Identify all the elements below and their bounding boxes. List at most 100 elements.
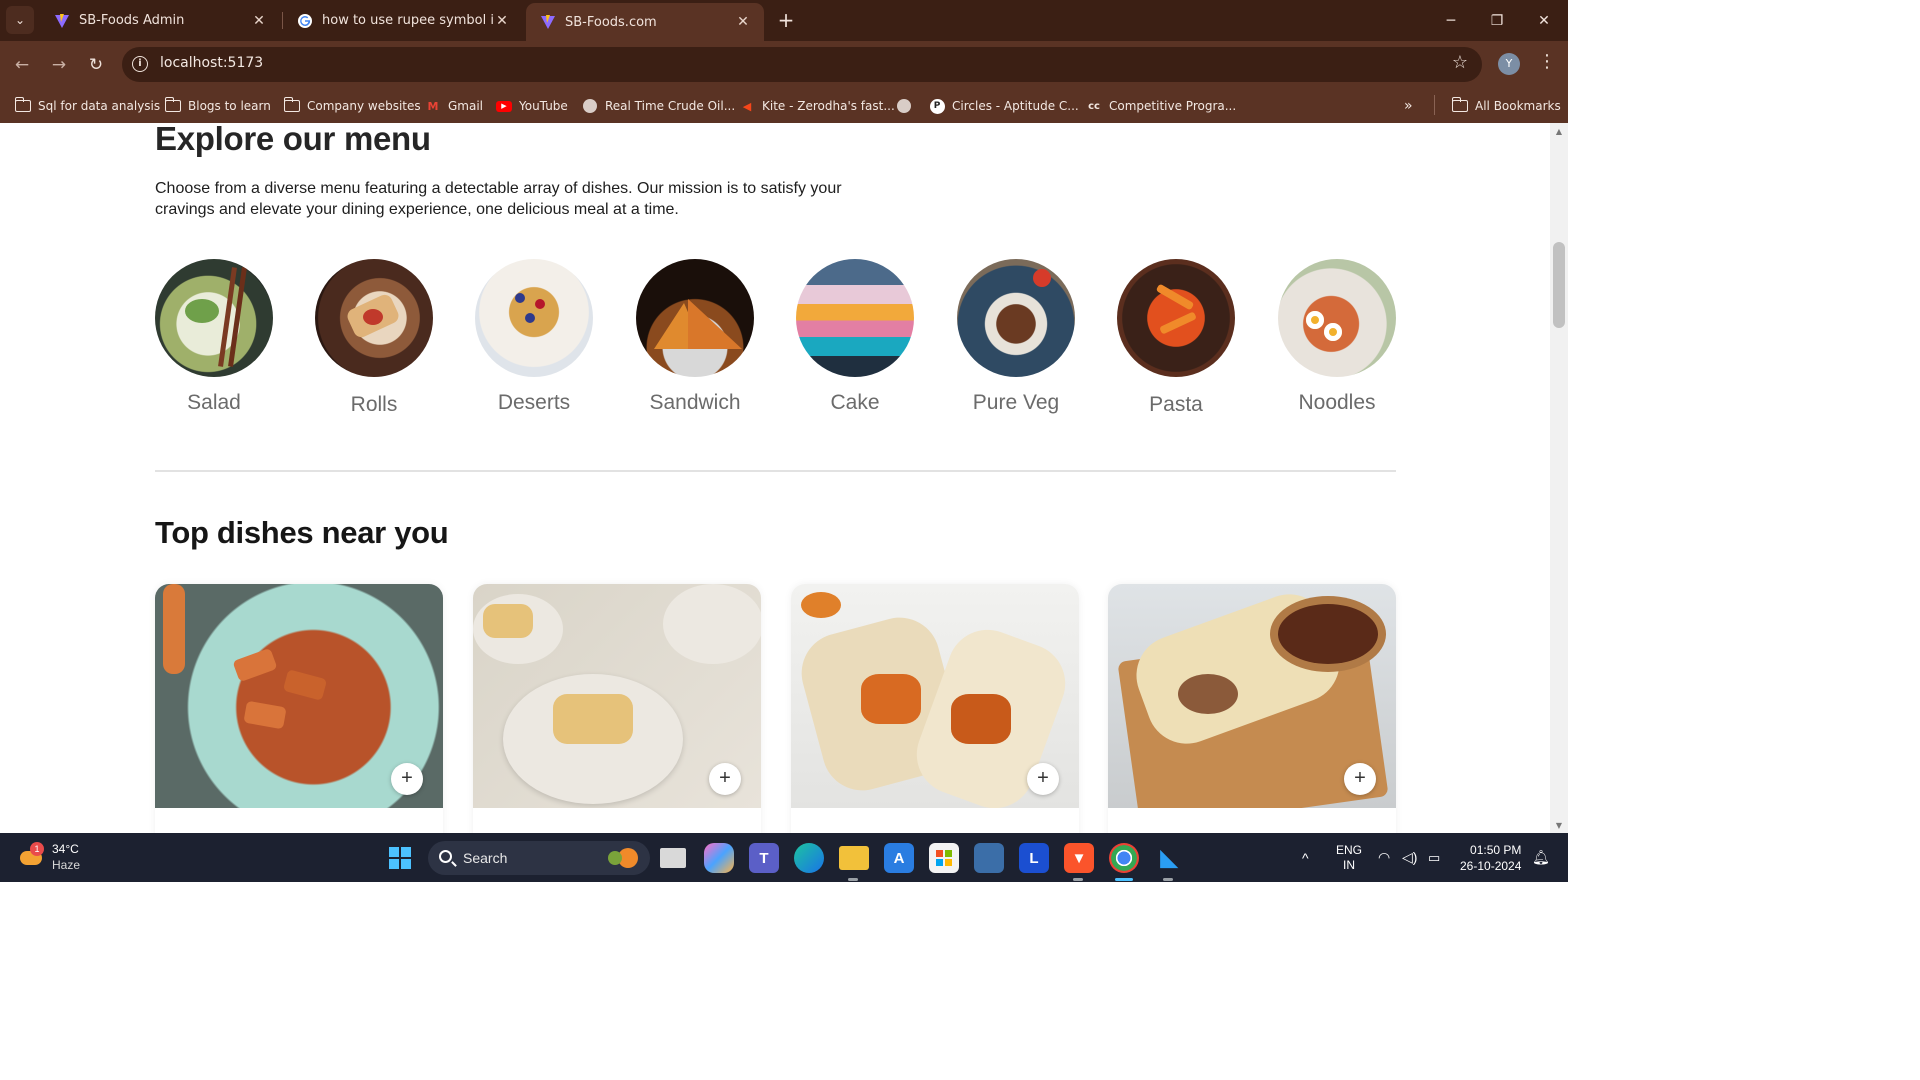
windows-taskbar: 1 34°C Haze Search T A L ▼ ◣ ^ ENG IN ◠ … (0, 833, 1568, 882)
start-button[interactable] (385, 843, 415, 873)
task-view-icon[interactable] (660, 848, 686, 868)
bookmark-company-folder[interactable]: Company websites (283, 96, 421, 116)
tab-sb-foods-com[interactable]: SB-Foods.com ✕ (526, 3, 764, 41)
search-highlight-leaf-icon (608, 851, 622, 865)
category-label: Cake (830, 391, 880, 414)
bookmark-blogs-folder[interactable]: Blogs to learn (164, 96, 271, 116)
folder-icon (283, 97, 300, 113)
scroll-up-icon[interactable]: ▲ (1554, 127, 1564, 136)
weather-badge: 1 (30, 842, 44, 856)
profile-avatar[interactable]: Y (1498, 53, 1520, 75)
volume-icon[interactable]: ◁) (1402, 833, 1417, 882)
food-card[interactable]: + (791, 584, 1079, 833)
chevron-down-icon: ⌄ (14, 13, 26, 27)
file-explorer-icon[interactable] (839, 846, 869, 870)
clock[interactable]: 01:50 PM 26-10-2024 (1460, 833, 1521, 882)
cake-image (796, 259, 914, 377)
add-to-cart-button[interactable]: + (1027, 763, 1059, 795)
rolls-image (315, 259, 433, 377)
add-to-cart-button[interactable]: + (1344, 763, 1376, 795)
food-card[interactable]: + (1108, 584, 1396, 833)
bookmark-youtube[interactable]: ▶ YouTube (496, 96, 568, 116)
category-noodles[interactable]: Noodles (1277, 259, 1397, 415)
bookmarks-overflow-button[interactable]: » (1404, 96, 1413, 116)
section-divider (155, 470, 1396, 472)
minimize-icon: ─ (1446, 12, 1456, 29)
tab-title: SB-Foods Admin (79, 13, 185, 28)
category-rolls[interactable]: Rolls (314, 259, 434, 417)
copilot-icon[interactable] (704, 843, 734, 873)
cc-icon: cc (1088, 100, 1100, 112)
category-sandwich[interactable]: Sandwich (635, 259, 755, 415)
new-tab-button[interactable]: + (774, 8, 798, 32)
bookmark-star-icon[interactable]: ☆ (1452, 52, 1468, 73)
arrow-left-icon: ← (14, 55, 30, 75)
app-a-icon[interactable]: A (884, 843, 914, 873)
forward-button[interactable]: → (45, 51, 73, 79)
tab-title: how to use rupee symbol in key (322, 13, 493, 28)
mysql-workbench-icon[interactable] (974, 843, 1004, 873)
category-pure-veg[interactable]: Pure Veg (956, 259, 1076, 415)
noodles-image (1278, 259, 1396, 377)
back-button[interactable]: ← (8, 51, 36, 79)
tab-search-button[interactable]: ⌄ (6, 6, 34, 34)
reload-button[interactable]: ↻ (82, 51, 110, 79)
scroll-thumb[interactable] (1553, 242, 1565, 328)
url-text[interactable]: localhost:5173 (160, 55, 263, 71)
weather-temperature[interactable]: 34°C (52, 842, 79, 856)
address-bar[interactable]: i localhost:5173 ☆ (122, 47, 1482, 82)
bookmark-globe[interactable] (896, 96, 919, 116)
page-scrollbar[interactable]: ▲ ▼ (1550, 123, 1568, 833)
language-indicator[interactable]: ENG IN (1336, 833, 1362, 882)
restore-button[interactable]: ❐ (1474, 0, 1520, 41)
all-bookmarks-button[interactable]: All Bookmarks (1451, 96, 1561, 116)
battery-icon[interactable]: ▭ (1428, 833, 1440, 882)
taskbar-search[interactable]: Search (428, 841, 650, 875)
site-info-icon[interactable]: i (132, 56, 148, 72)
close-icon[interactable]: ✕ (250, 13, 268, 29)
wifi-icon[interactable]: ◠ (1378, 833, 1390, 882)
tab-google-search[interactable]: how to use rupee symbol in key ✕ (283, 0, 523, 41)
vite-logo-icon (55, 13, 69, 28)
minimize-button[interactable]: ─ (1428, 0, 1474, 41)
clock-time: 01:50 PM (1470, 842, 1522, 857)
category-salad[interactable]: Salad (154, 259, 274, 415)
weather-description[interactable]: Haze (52, 858, 80, 872)
add-to-cart-button[interactable]: + (391, 763, 423, 795)
p-icon: P (929, 98, 945, 114)
bookmark-circles[interactable]: P Circles - Aptitude C... (929, 96, 1079, 116)
show-hidden-icons-button[interactable]: ^ (1302, 833, 1309, 882)
category-label: Pure Veg (972, 391, 1060, 414)
category-deserts[interactable]: Deserts (474, 259, 594, 415)
chrome-icon[interactable] (1109, 843, 1139, 873)
more-menu-icon[interactable]: ⋮ (1538, 51, 1556, 72)
food-card[interactable]: + (155, 584, 443, 833)
close-icon[interactable]: ✕ (734, 14, 752, 30)
notification-bell-icon[interactable]: 🔔︎ (1532, 833, 1550, 882)
app-l-icon[interactable]: L (1019, 843, 1049, 873)
brave-icon[interactable]: ▼ (1064, 843, 1094, 873)
edge-icon[interactable] (794, 843, 824, 873)
youtube-icon: ▶ (496, 99, 512, 113)
food-card[interactable]: + (473, 584, 761, 833)
close-icon[interactable]: ✕ (493, 13, 511, 29)
page-viewport: Explore our menu Choose from a diverse m… (0, 123, 1550, 833)
teams-icon[interactable]: T (749, 843, 779, 873)
sandwich-image (636, 259, 754, 377)
close-window-button[interactable]: ✕ (1521, 0, 1567, 41)
bookmark-competitive-programming[interactable]: cc Competitive Progra... (1086, 96, 1236, 116)
vscode-icon[interactable]: ◣ (1154, 843, 1184, 873)
bookmark-gmail[interactable]: M Gmail (425, 96, 484, 116)
bookmark-crude-oil[interactable]: Real Time Crude Oil... (582, 96, 735, 116)
bookmark-sql-folder[interactable]: Sql for data analysis (14, 96, 160, 116)
category-cake[interactable]: Cake (795, 259, 915, 415)
tab-sb-foods-admin[interactable]: SB-Foods Admin ✕ (40, 0, 280, 41)
add-to-cart-button[interactable]: + (709, 763, 741, 795)
category-pasta[interactable]: Pasta (1116, 259, 1236, 417)
weather-icon[interactable]: 1 (18, 842, 44, 867)
bookmark-kite[interactable]: ◀ Kite - Zerodha's fast... (739, 96, 895, 116)
microsoft-store-icon[interactable] (929, 843, 959, 873)
category-label: Sandwich (649, 391, 741, 414)
search-icon (439, 850, 452, 863)
scroll-down-icon[interactable]: ▼ (1554, 821, 1564, 830)
